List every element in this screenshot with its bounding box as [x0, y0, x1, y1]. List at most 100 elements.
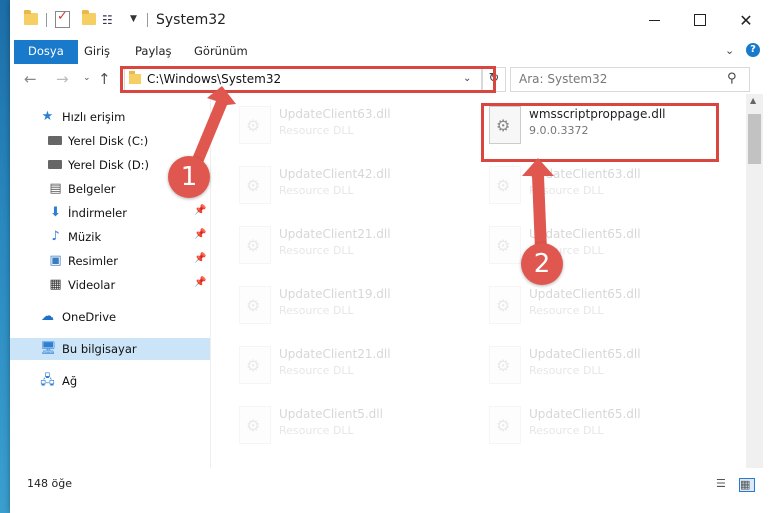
file-name: UpdateClient21.dll [279, 347, 391, 361]
maximize-icon [694, 14, 706, 26]
sidebar-item-label: İndirmeler [68, 206, 127, 220]
sidebar-item-label: Müzik [68, 230, 102, 244]
file-type: Resource DLL [279, 424, 354, 437]
sidebar-item-downloads[interactable]: ⬇ İndirmeler 📌 [10, 202, 210, 224]
sidebar-item-this-pc[interactable]: 🖥 Bu bilgisayar [10, 338, 210, 360]
status-bar: 148 öğe ☰ ▦ [10, 468, 769, 513]
maximize-button[interactable] [677, 0, 723, 40]
sidebar-item-label: Belgeler [68, 182, 116, 196]
file-name: UpdateClient65.dll [529, 227, 641, 241]
vertical-scrollbar[interactable]: ▲ [746, 94, 763, 468]
dll-file-icon [489, 166, 521, 204]
scrollbar-thumb[interactable] [748, 114, 761, 164]
sidebar-item-local-disk-c[interactable]: Yerel Disk (C:) [10, 130, 210, 152]
sidebar-item-label: OneDrive [62, 310, 117, 324]
drive-icon [48, 160, 62, 169]
tab-home[interactable]: Giriş [72, 40, 122, 64]
pin-icon[interactable]: 📌 [194, 229, 206, 240]
back-arrow-icon[interactable]: ← [24, 70, 37, 88]
pictures-icon: ▣ [49, 253, 62, 268]
file-item[interactable]: UpdateClient5.dll Resource DLL [235, 398, 465, 454]
file-item[interactable]: UpdateClient19.dll Resource DLL [235, 278, 465, 334]
tab-share[interactable]: Paylaş [123, 40, 184, 64]
file-name: UpdateClient63.dll [529, 167, 641, 181]
customize-toolbar-icon[interactable]: ▼ [130, 14, 137, 24]
title-bar: ☷ ▼ System32 ✕ [10, 0, 769, 40]
sidebar-item-label: Videolar [68, 278, 116, 292]
cloud-icon: ☁ [41, 309, 54, 324]
music-icon: ♪ [51, 229, 60, 244]
search-box[interactable]: Ara: System32 ⚲ [510, 67, 750, 92]
address-highlight-box [120, 66, 496, 93]
sidebar-item-label: Yerel Disk (D:) [68, 158, 150, 172]
sidebar-item-onedrive[interactable]: ☁ OneDrive [10, 306, 210, 328]
new-folder-icon[interactable] [82, 10, 96, 25]
file-item[interactable]: UpdateClient63.dll Resource DLL [235, 98, 465, 154]
file-name: UpdateClient5.dll [279, 407, 383, 421]
file-name: UpdateClient65.dll [529, 407, 641, 421]
file-type: Resource DLL [279, 244, 354, 257]
file-item[interactable]: UpdateClient65.dll Resource DLL [485, 398, 715, 454]
sidebar-item-label: Ağ [62, 374, 78, 388]
file-name: UpdateClient65.dll [529, 347, 641, 361]
sidebar-item-videos[interactable]: ▦ Videolar 📌 [10, 274, 210, 296]
file-item[interactable]: UpdateClient65.dll Resource DLL [485, 278, 715, 334]
details-view-icon[interactable]: ☰ [716, 478, 730, 490]
file-item[interactable]: UpdateClient65.dll Resource DLL [485, 218, 715, 274]
sidebar-item-quick-access[interactable]: ★ Hızlı erişim [10, 106, 210, 128]
help-icon[interactable]: ? [746, 43, 760, 57]
item-count: 148 öğe [27, 477, 72, 490]
folder-icon[interactable] [24, 10, 38, 25]
separator [147, 13, 148, 27]
tab-file[interactable]: Dosya [14, 40, 78, 64]
file-item[interactable]: UpdateClient21.dll Resource DLL [235, 338, 465, 394]
pin-icon[interactable]: 📌 [194, 277, 206, 288]
separator [46, 13, 47, 27]
file-item[interactable]: UpdateClient42.dll Resource DLL [235, 158, 465, 214]
file-type: Resource DLL [529, 364, 604, 377]
view-list-icon[interactable]: ☷ [102, 13, 113, 27]
scroll-up-icon[interactable]: ▲ [750, 96, 756, 105]
file-type: Resource DLL [279, 364, 354, 377]
minimize-icon [648, 19, 660, 21]
file-type: Resource DLL [279, 184, 354, 197]
up-arrow-icon[interactable]: ↑ [98, 70, 111, 88]
forward-arrow-icon[interactable]: → [56, 70, 69, 88]
pin-icon[interactable]: 📌 [194, 205, 206, 216]
recent-locations-icon[interactable]: ⌄ [83, 73, 91, 83]
file-item[interactable]: UpdateClient21.dll Resource DLL [235, 218, 465, 274]
window-title: System32 [156, 12, 227, 28]
minimize-button[interactable] [631, 0, 677, 40]
sidebar-item-label: Resimler [68, 254, 118, 268]
search-icon[interactable]: ⚲ [727, 71, 737, 86]
dll-file-icon [239, 286, 271, 324]
network-icon: 🖧 [40, 373, 55, 388]
dll-file-icon [489, 406, 521, 444]
tab-view[interactable]: Görünüm [182, 40, 260, 64]
dll-file-icon [489, 346, 521, 384]
expand-ribbon-icon[interactable]: ⌄ [725, 44, 734, 57]
file-name: UpdateClient63.dll [279, 107, 391, 121]
dll-file-icon [239, 346, 271, 384]
sidebar-item-pictures[interactable]: ▣ Resimler 📌 [10, 250, 210, 272]
file-type: Resource DLL [529, 304, 604, 317]
step-badge-1: 1 [168, 156, 210, 198]
sidebar-item-network[interactable]: 🖧 Ağ [10, 370, 210, 392]
tiles-view-icon[interactable]: ▦ [739, 478, 755, 492]
file-type: Resource DLL [279, 304, 354, 317]
file-item[interactable]: UpdateClient65.dll Resource DLL [485, 338, 715, 394]
pin-icon[interactable]: 📌 [194, 253, 206, 264]
properties-check-icon[interactable] [55, 9, 70, 28]
file-highlight-box [481, 103, 719, 162]
sidebar-item-music[interactable]: ♪ Müzik 📌 [10, 226, 210, 248]
dll-file-icon [489, 226, 521, 264]
navigation-pane: ★ Hızlı erişim Yerel Disk (C:) Yerel Dis… [10, 94, 211, 468]
dll-file-icon [239, 226, 271, 264]
file-type: Resource DLL [529, 184, 604, 197]
file-item[interactable]: UpdateClient63.dll Resource DLL [485, 158, 715, 214]
search-input[interactable]: Ara: System32 [519, 72, 607, 86]
dll-file-icon [489, 286, 521, 324]
dll-file-icon [239, 406, 271, 444]
sidebar-item-label: Hızlı erişim [62, 110, 126, 124]
close-button[interactable]: ✕ [723, 0, 769, 40]
